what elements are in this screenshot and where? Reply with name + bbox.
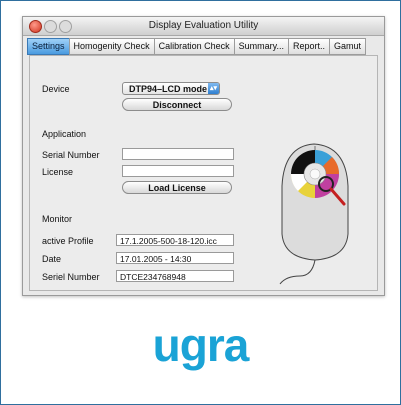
date-label: Date bbox=[42, 254, 62, 264]
license-label: License bbox=[42, 167, 74, 177]
tab-report[interactable]: Report.. bbox=[287, 38, 330, 55]
load-license-button[interactable]: Load License bbox=[122, 181, 232, 194]
monitor-heading: Monitor bbox=[42, 214, 73, 224]
license-field[interactable] bbox=[122, 165, 234, 177]
tab-bar: Settings Homogenity Check Calibration Ch… bbox=[27, 38, 382, 55]
seriel-number-label: Seriel Number bbox=[42, 272, 100, 282]
date-field[interactable]: 17.01.2005 - 14:30 bbox=[116, 252, 234, 264]
tab-summary[interactable]: Summary... bbox=[233, 38, 289, 55]
select-arrows-icon: ▴▾ bbox=[208, 83, 219, 94]
ugra-logo: ugra bbox=[152, 319, 250, 371]
calibrator-device-illustration bbox=[279, 143, 349, 285]
tab-settings[interactable]: Settings bbox=[27, 38, 70, 55]
tab-gamut[interactable]: Gamut bbox=[328, 38, 366, 55]
device-label: Device bbox=[42, 84, 70, 94]
app-window: Display Evaluation Utility Settings Homo… bbox=[22, 16, 385, 296]
active-profile-field[interactable]: 17.1.2005-500-18-120.icc bbox=[116, 234, 234, 246]
disconnect-button[interactable]: Disconnect bbox=[122, 98, 232, 111]
tab-calibration-check[interactable]: Calibration Check bbox=[153, 38, 235, 55]
seriel-number-field[interactable]: DTCE234768948 bbox=[116, 270, 234, 282]
tab-homogenity-check[interactable]: Homogenity Check bbox=[68, 38, 155, 55]
serial-number-label: Serial Number bbox=[42, 150, 100, 160]
window-title: Display Evaluation Utility bbox=[148, 20, 259, 31]
settings-panel: Device DTP94–LCD mode ▴▾ Disconnect Appl… bbox=[29, 55, 378, 291]
title-bar[interactable]: Display Evaluation Utility bbox=[23, 17, 384, 36]
active-profile-label: active Profile bbox=[42, 236, 94, 246]
device-select[interactable]: DTP94–LCD mode ▴▾ bbox=[122, 82, 220, 95]
application-heading: Application bbox=[42, 129, 87, 139]
serial-number-field[interactable] bbox=[122, 148, 234, 160]
device-select-value: DTP94–LCD mode bbox=[129, 84, 208, 94]
